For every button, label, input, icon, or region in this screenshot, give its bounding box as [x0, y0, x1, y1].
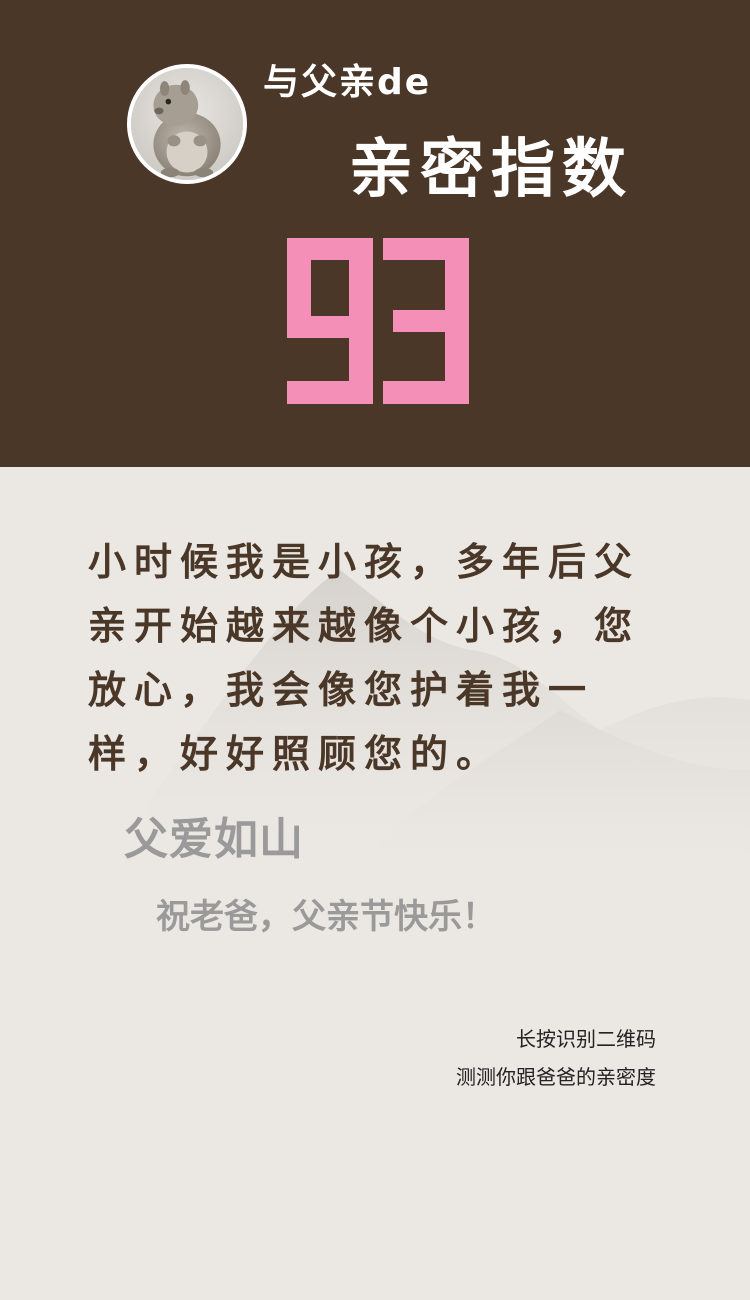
qr-hint: 长按识别二维码 测测你跟爸爸的亲密度 — [456, 1020, 656, 1096]
header-panel: 与父亲de 亲密指数 — [0, 0, 750, 467]
score-digit-9 — [287, 238, 373, 404]
avatar — [127, 64, 247, 184]
motto-father-love: 父爱如山 — [124, 814, 304, 865]
motto-greeting: 祝老爸，父亲节快乐！ — [156, 897, 496, 937]
qr-hint-line-1: 长按识别二维码 — [516, 1027, 656, 1051]
father-message: 小时候我是小孩，多年后父亲开始越来越像个小孩，您放心，我会像您护着我一样，好好照… — [88, 540, 641, 776]
squirrel-photo-icon — [131, 68, 243, 180]
score-digit-3 — [383, 238, 469, 404]
intimacy-score — [275, 236, 480, 406]
qr-hint-line-2: 测测你跟爸爸的亲密度 — [456, 1065, 656, 1089]
title-line-1: 与父亲de — [263, 62, 432, 103]
title-line-2: 亲密指数 — [349, 133, 633, 207]
